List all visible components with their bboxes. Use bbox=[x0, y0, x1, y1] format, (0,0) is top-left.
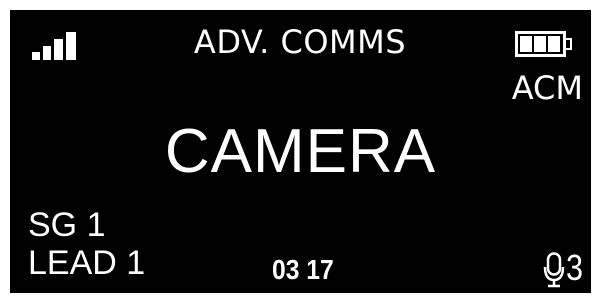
microphone-count: 3 bbox=[566, 247, 584, 288]
time-display: 03 17 bbox=[272, 254, 334, 285]
device-screen: ADV. COMMS ACM CAMERA SG 1 LEAD 1 03 17 … bbox=[10, 10, 591, 293]
role-label: LEAD 1 bbox=[28, 244, 146, 282]
group-label: SG 1 bbox=[28, 206, 106, 244]
mode-label: ACM bbox=[511, 69, 583, 107]
signal-strength-icon bbox=[32, 30, 84, 60]
main-label: CAMERA bbox=[164, 117, 437, 186]
screen-title: ADV. COMMS bbox=[193, 23, 407, 61]
microphone-icon bbox=[543, 252, 565, 288]
battery-icon bbox=[515, 31, 572, 57]
